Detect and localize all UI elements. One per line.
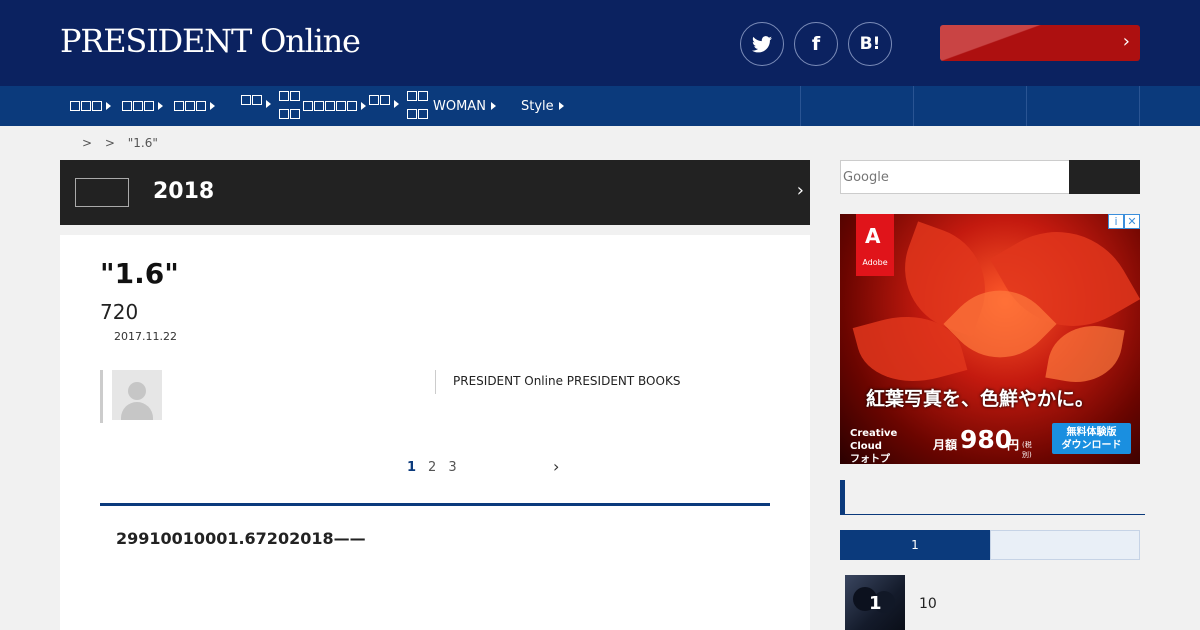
site-logo[interactable]: PRESIDENT Online xyxy=(60,22,361,60)
article-title: "1.6" xyxy=(100,257,179,290)
breadcrumb-current: "1.6" xyxy=(127,136,158,150)
article-summary: 29910010001.67202018—— xyxy=(116,529,366,548)
hatena-icon: B! xyxy=(859,34,881,54)
page-link-1[interactable]: 1 xyxy=(407,460,416,475)
ad-banner[interactable]: A Adobe i ✕ 紅葉写真を、色鮮やかに。 Creative Cloud … xyxy=(840,214,1140,464)
source-divider xyxy=(435,370,436,394)
category-banner[interactable]: 2018 › xyxy=(60,160,810,225)
tab-ranking-1[interactable]: 1 xyxy=(840,530,990,560)
article-subtitle: 720 xyxy=(100,300,139,324)
nav-item-4[interactable] xyxy=(241,86,271,126)
nav-item-woman[interactable]: WOMAN xyxy=(407,86,496,126)
close-icon[interactable]: ✕ xyxy=(1124,214,1140,229)
nav-item-style[interactable]: Style xyxy=(521,86,564,126)
site-header: PRESIDENT Online f B! › xyxy=(0,0,1200,86)
rank-number: 1 xyxy=(869,593,882,614)
facebook-share-button[interactable]: f xyxy=(794,22,838,66)
ad-controls: i ✕ xyxy=(1108,214,1140,229)
ad-price-unit: 円 xyxy=(1007,438,1020,452)
ranking-item-title[interactable]: 10 xyxy=(919,596,937,612)
adobe-mark: A xyxy=(865,224,881,248)
nav-item-1[interactable] xyxy=(70,86,111,126)
section-divider xyxy=(100,503,770,506)
pagination: 1 2 3 xyxy=(407,460,469,475)
nav-item-6[interactable] xyxy=(369,86,399,126)
tab-ranking-2[interactable] xyxy=(990,530,1140,560)
page-link-3[interactable]: 3 xyxy=(448,460,456,475)
facebook-icon: f xyxy=(811,33,821,55)
next-page-icon[interactable]: › xyxy=(553,457,559,476)
article-date: 2017.11.22 xyxy=(114,330,177,343)
ad-headline: 紅葉写真を、色鮮やかに。 xyxy=(866,388,1095,410)
nav-divider xyxy=(800,86,801,126)
nav-item-3[interactable] xyxy=(174,86,215,126)
ad-tax-note: (税別) xyxy=(1022,441,1032,459)
twitter-icon xyxy=(752,35,772,52)
breadcrumb-separator: > xyxy=(104,136,115,150)
adobe-logo: A Adobe xyxy=(856,214,894,276)
chevron-right-icon: › xyxy=(1122,31,1130,52)
category-year: 2018 xyxy=(153,179,215,204)
page-link-2[interactable]: 2 xyxy=(428,460,436,475)
category-label-box xyxy=(75,178,129,207)
chevron-right-icon[interactable]: › xyxy=(797,180,804,201)
ad-price-label: 月額 xyxy=(933,438,958,452)
article-source: PRESIDENT Online PRESIDENT BOOKS xyxy=(453,374,681,388)
twitter-share-button[interactable] xyxy=(740,22,784,66)
search-button[interactable] xyxy=(1069,160,1140,194)
nav-divider xyxy=(913,86,914,126)
adobe-wordmark: Adobe xyxy=(862,258,888,267)
ad-product: Creative Cloud フォトプラン xyxy=(850,428,898,464)
avatar[interactable] xyxy=(112,370,162,420)
article-card: "1.6" 720 2017.11.22 PRESIDENT Online PR… xyxy=(60,235,810,630)
header-cta-button[interactable]: › xyxy=(940,25,1140,61)
breadcrumb: > > "1.6" xyxy=(82,136,167,150)
hatena-bookmark-button[interactable]: B! xyxy=(848,22,892,66)
ranking-thumbnail[interactable]: 1 xyxy=(845,575,905,630)
author-bar xyxy=(100,370,103,423)
ad-info-icon[interactable]: i xyxy=(1108,214,1124,229)
ad-price: 980 xyxy=(960,425,1013,454)
nav-divider xyxy=(1026,86,1027,126)
nav-item-2[interactable] xyxy=(122,86,163,126)
ranking-heading xyxy=(840,480,1145,515)
breadcrumb-separator: > xyxy=(82,136,93,150)
ad-download-button[interactable]: 無料体験版 ダウンロード xyxy=(1052,423,1131,454)
nav-divider xyxy=(1139,86,1140,126)
global-nav: WOMAN Style xyxy=(0,86,1200,126)
nav-item-5[interactable] xyxy=(279,86,366,126)
search-input[interactable] xyxy=(840,160,1070,194)
